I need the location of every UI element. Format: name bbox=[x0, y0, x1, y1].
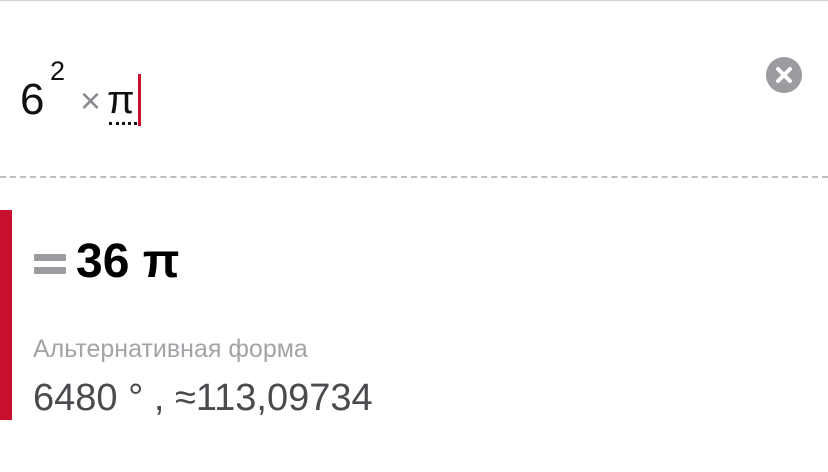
pi-token[interactable]: π bbox=[107, 78, 141, 126]
expression-base: 6 bbox=[20, 75, 45, 124]
result-accent-bar bbox=[0, 210, 12, 420]
multiply-operator: × bbox=[80, 80, 102, 121]
pi-symbol: π bbox=[107, 78, 135, 122]
alternative-form-value: 6480 ° , ≈113,09734 bbox=[33, 377, 373, 419]
expression-input[interactable]: 6 2 × π bbox=[0, 0, 828, 176]
expression-exponent: 2 bbox=[50, 56, 66, 86]
close-circle-icon bbox=[776, 67, 792, 83]
result-value: 36 π bbox=[76, 235, 180, 288]
alternative-form-label: Альтернативная форма bbox=[33, 335, 308, 363]
equals-icon bbox=[34, 248, 66, 278]
dashed-divider bbox=[0, 176, 828, 178]
calculator-screen: 6 2 × π 36 π Альтернативная форма 6480 °… bbox=[0, 0, 828, 472]
text-cursor bbox=[138, 74, 141, 126]
pi-underline bbox=[109, 122, 137, 125]
clear-button[interactable] bbox=[766, 57, 802, 93]
